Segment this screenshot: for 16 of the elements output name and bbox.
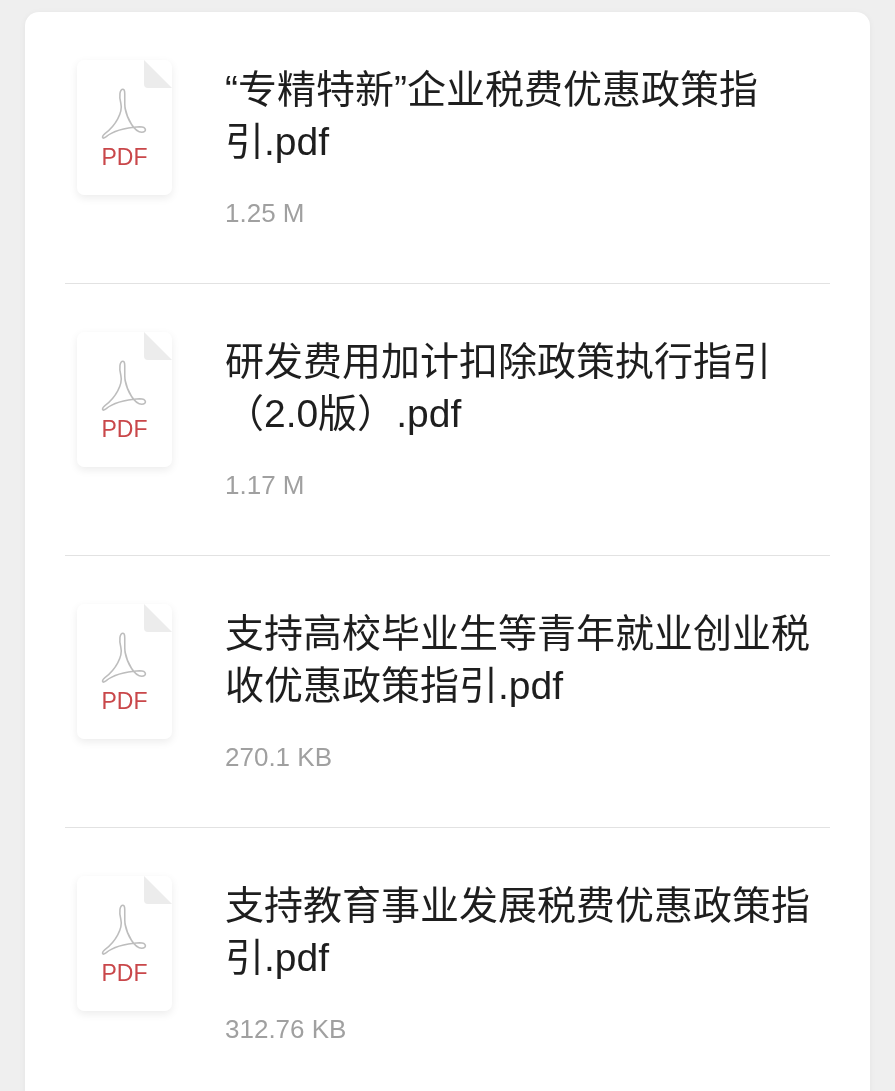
- file-size: 1.25 M: [225, 197, 306, 230]
- pdf-symbol-icon: [100, 359, 148, 412]
- file-name: 支持教育事业发展税费优惠政策指引.pdf: [225, 883, 811, 981]
- pdf-symbol-icon: [100, 631, 148, 684]
- file-type-label: PDF: [101, 688, 148, 714]
- file-type-label: PDF: [101, 144, 148, 170]
- file-name: 支持高校毕业生等青年就业创业税收优惠政策指引.pdf: [225, 611, 811, 709]
- file-type-label: PDF: [101, 960, 148, 986]
- file-size: 1.17 M: [225, 469, 306, 502]
- file-name: “专精特新”企业税费优惠政策指引.pdf: [225, 67, 759, 165]
- file-type-label: PDF: [101, 416, 148, 442]
- file-size: 312.76 KB: [225, 1013, 348, 1046]
- pdf-symbol-icon: [100, 87, 148, 140]
- pdf-symbol-icon: [100, 903, 148, 956]
- file-name: 研发费用加计扣除政策执行指引（2.0版）.pdf: [225, 339, 772, 437]
- file-size: 270.1 KB: [225, 741, 333, 774]
